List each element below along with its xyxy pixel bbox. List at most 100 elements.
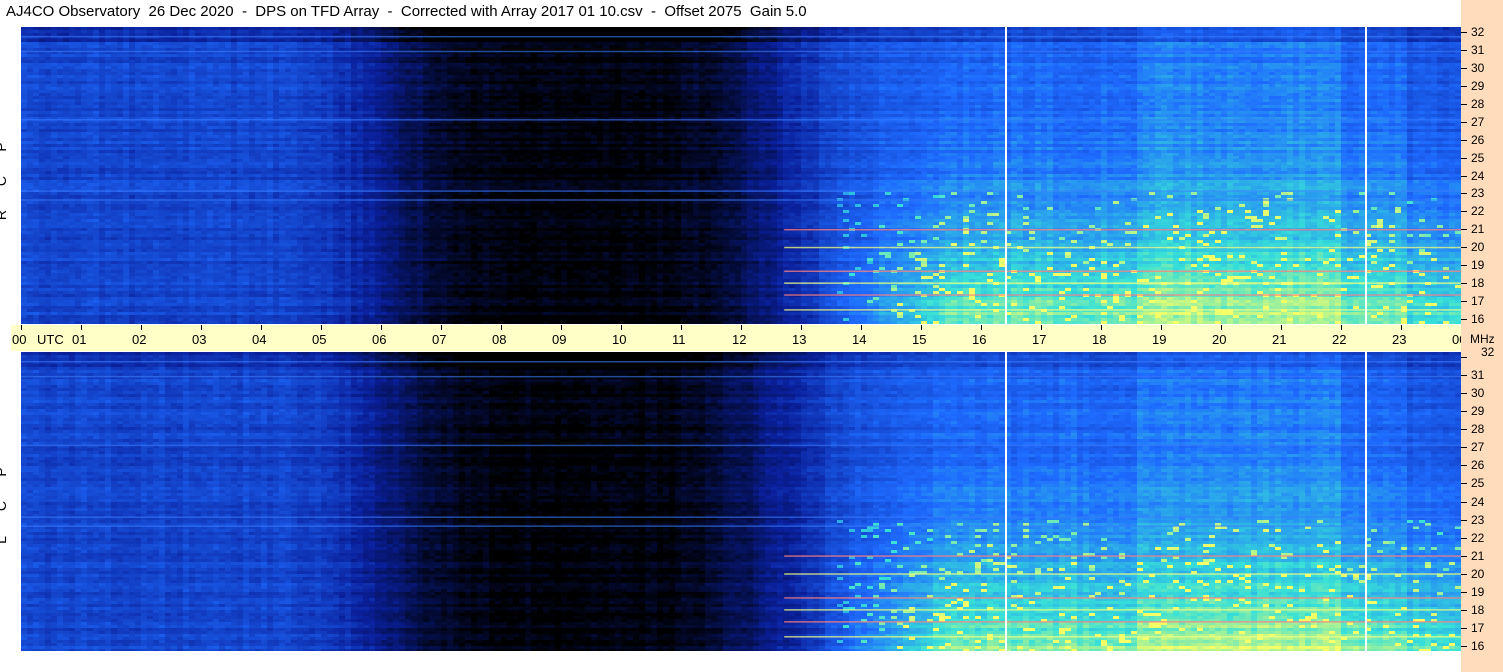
mhz-tick-mark — [1461, 86, 1467, 87]
interference-line — [21, 376, 1461, 378]
mhz-tick-label: 22 — [1471, 531, 1484, 545]
mhz-tick-mark — [1461, 429, 1467, 430]
mhz-tick-label: 27 — [1471, 440, 1484, 454]
rcp-heatmap — [21, 27, 1461, 324]
mhz-tick-label: 21 — [1471, 549, 1484, 563]
mhz-tick-mark — [1461, 50, 1467, 51]
mhz-tick-label: 17 — [1471, 621, 1484, 635]
utc-tick-mark — [981, 325, 982, 330]
vertical-marker-line — [1365, 352, 1367, 651]
mhz-tick-label: 23 — [1471, 513, 1484, 527]
vertical-marker-line — [1005, 27, 1007, 324]
mhz-tick-label: 20 — [1471, 240, 1484, 254]
utc-tick-mark — [21, 325, 22, 330]
mhz-tick-label: 32 — [1481, 345, 1494, 359]
mhz-tick-mark — [1461, 283, 1467, 284]
mhz-tick-label: 25 — [1471, 151, 1484, 165]
interference-line — [21, 445, 1461, 447]
interference-line — [21, 51, 1461, 53]
mhz-tick-mark — [1461, 393, 1467, 394]
mhz-tick-mark — [1461, 140, 1467, 141]
utc-tick-mark — [741, 325, 742, 330]
utc-tick-label: 15 — [912, 332, 926, 347]
utc-tick-mark — [561, 325, 562, 330]
mhz-tick-mark — [1461, 229, 1467, 230]
utc-tick-mark — [801, 325, 802, 330]
utc-time-axis: 00 01 02 03 04 05 06 07 08 09 10 11 12 13 14 15 16 17 18 19… — [11, 325, 1462, 351]
utc-tick-label: 20 — [1212, 332, 1226, 347]
utc-tick-mark — [1041, 325, 1042, 330]
interference-line — [21, 525, 1461, 527]
utc-tick-label: 06 — [372, 332, 386, 347]
interference-line — [784, 247, 1461, 249]
utc-tick-mark — [441, 325, 442, 330]
rcp-letter-p: P — [0, 139, 27, 155]
utc-tick-label: 12 — [732, 332, 746, 347]
mhz-tick-mark — [1461, 193, 1467, 194]
mhz-tick-label: 28 — [1471, 97, 1484, 111]
mhz-tick-mark — [1461, 122, 1467, 123]
interference-line — [21, 361, 1461, 363]
lcp-letter-p: P — [0, 464, 27, 480]
utc-tick-label: 09 — [552, 332, 566, 347]
utc-tick-mark — [501, 325, 502, 330]
interference-line — [784, 555, 1461, 557]
mhz-tick-label: 31 — [1471, 43, 1484, 57]
mhz-tick-mark — [1461, 447, 1467, 448]
mhz-tick-mark — [1461, 574, 1467, 575]
mhz-tick-mark — [1461, 556, 1467, 557]
utc-tick-mark — [201, 325, 202, 330]
utc-tick-mark — [81, 325, 82, 330]
mhz-tick-label: 26 — [1471, 458, 1484, 472]
mhz-tick-mark — [1461, 592, 1467, 593]
utc-tick-label: 11 — [672, 332, 686, 347]
lcp-label: P C L — [2, 455, 18, 557]
utc-tick-label: 10 — [612, 332, 626, 347]
mhz-tick-label: 30 — [1471, 386, 1484, 400]
utc-tick-mark — [1341, 325, 1342, 330]
utc-tick-mark — [1101, 325, 1102, 330]
rcp-letter-c: C — [0, 173, 27, 189]
lcp-letter-l: L — [0, 532, 27, 548]
mhz-tick-mark — [1461, 646, 1467, 647]
mhz-tick-mark — [1461, 32, 1467, 33]
interference-line — [784, 271, 1461, 273]
lcp-letter-c: C — [0, 498, 27, 514]
mhz-tick-mark — [1461, 211, 1467, 212]
mhz-tick-label: 29 — [1471, 404, 1484, 418]
mhz-tick-mark — [1461, 628, 1467, 629]
utc-tick-label: 22 — [1332, 332, 1346, 347]
mhz-tick-label: 28 — [1471, 422, 1484, 436]
utc-tick-label: 19 — [1152, 332, 1166, 347]
mhz-tick-label: 24 — [1471, 169, 1484, 183]
mhz-tick-mark — [1461, 68, 1467, 69]
mhz-tick-label: 23 — [1471, 186, 1484, 200]
utc-tick-label: 16 — [972, 332, 986, 347]
interference-line — [784, 309, 1461, 311]
utc-tick-label: 14 — [852, 332, 866, 347]
utc-tick-label: 00 — [12, 332, 26, 347]
utc-tick-label: 01 — [72, 332, 86, 347]
interference-line — [784, 573, 1461, 575]
lcp-spectrogram — [21, 352, 1461, 651]
interference-line — [21, 199, 1461, 201]
mhz-tick-mark — [1461, 176, 1467, 177]
utc-unit-label: UTC — [37, 332, 64, 347]
mhz-unit-label: MHz — [1470, 332, 1495, 346]
chart-title: AJ4CO Observatory 26 Dec 2020 - DPS on T… — [6, 3, 807, 20]
utc-tick-label: 04 — [252, 332, 266, 347]
utc-tick-mark — [1161, 325, 1162, 330]
mhz-tick-label: 21 — [1471, 222, 1484, 236]
utc-tick-mark — [321, 325, 322, 330]
utc-tick-label: 23 — [1392, 332, 1406, 347]
interference-line — [21, 516, 1461, 518]
utc-tick-mark — [921, 325, 922, 330]
utc-tick-label: 07 — [432, 332, 446, 347]
mhz-tick-mark — [1461, 411, 1467, 412]
vertical-marker-line — [1005, 352, 1007, 651]
utc-tick-label: 13 — [792, 332, 806, 347]
mhz-tick-label: 27 — [1471, 115, 1484, 129]
utc-tick-label: 02 — [132, 332, 146, 347]
mhz-tick-label: 29 — [1471, 79, 1484, 93]
interference-line — [784, 636, 1461, 638]
